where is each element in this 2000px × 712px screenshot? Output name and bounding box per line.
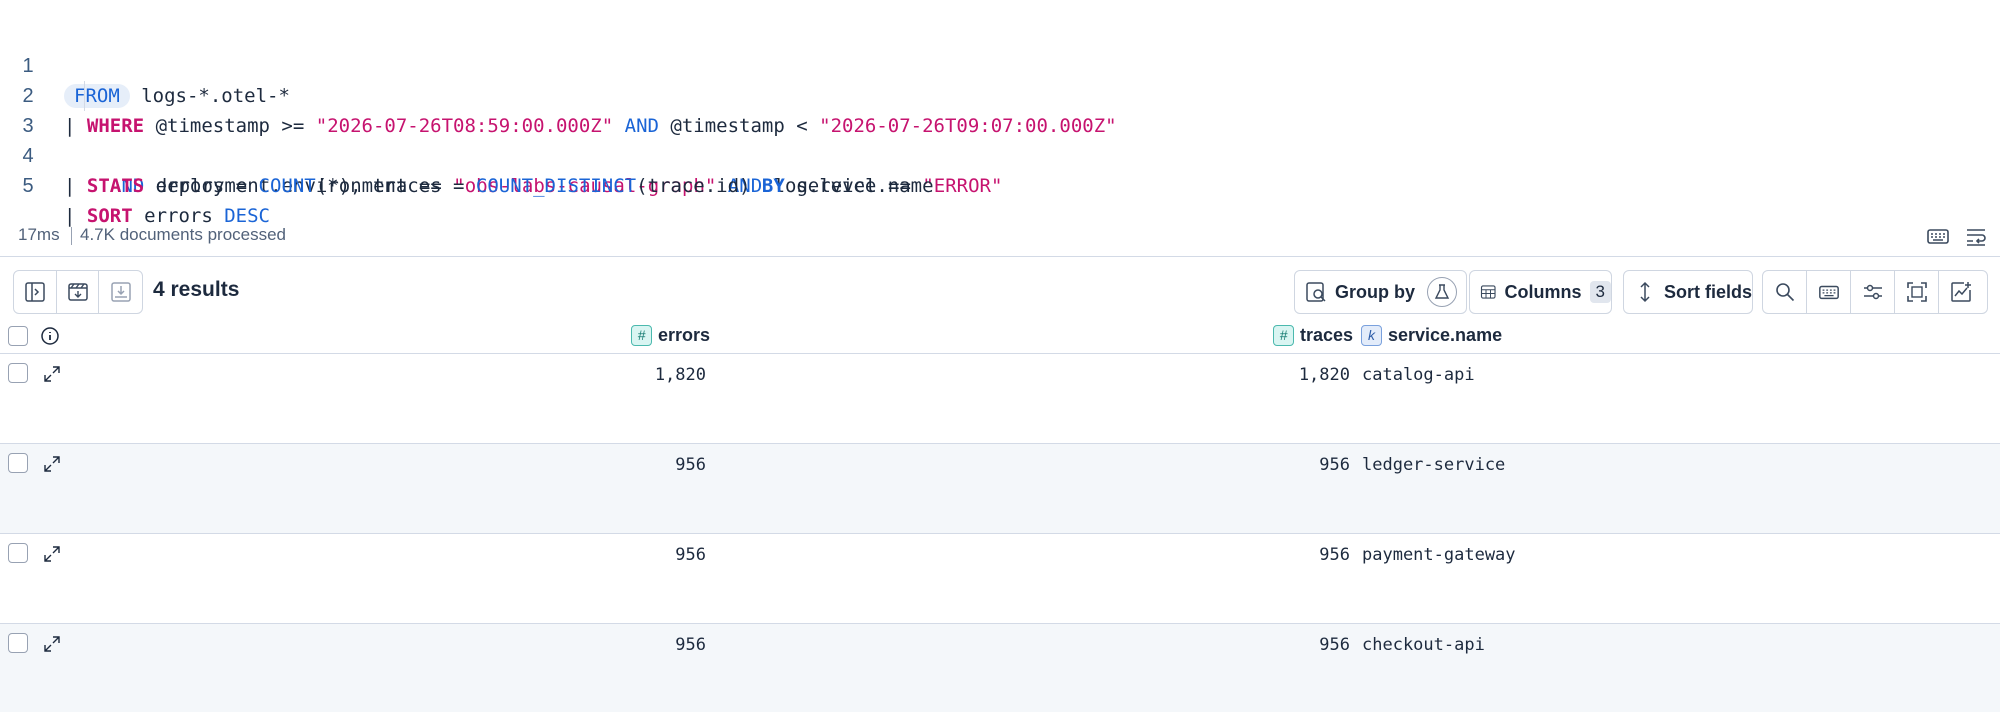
cell-service-name: checkout-api	[1362, 635, 1485, 655]
download-button[interactable]	[99, 271, 142, 313]
keyword-type-icon: k	[1361, 325, 1382, 346]
column-label: traces	[1300, 325, 1354, 345]
query-line-5[interactable]: 5 | SORT errors DESC	[0, 141, 2000, 227]
group-by-label: Group by	[1335, 281, 1415, 302]
number-type-icon: #	[1273, 325, 1294, 346]
fullscreen-button[interactable]	[1895, 271, 1939, 313]
table-row[interactable]: 956 956 checkout-api	[0, 624, 2000, 712]
chart-add-icon	[1951, 282, 1971, 302]
query-line-1[interactable]: 1 FROM logs-*.otel-*	[0, 21, 2000, 108]
row-checkbox[interactable]	[8, 543, 28, 563]
expand-icon[interactable]	[42, 634, 62, 654]
query-line-4[interactable]: 4 | STATS errors = COUNT(*), traces = CO…	[0, 111, 2000, 197]
by-keyword: BY	[761, 175, 785, 197]
columns-icon	[1480, 285, 1496, 299]
cell-errors: 1,820	[654, 365, 706, 385]
field-token: service.name	[796, 175, 934, 197]
number-type-icon: #	[631, 325, 652, 346]
query-duration: 17ms	[18, 225, 60, 244]
sort-fields-label: Sort fields	[1664, 281, 1753, 302]
function-token: COUNT	[258, 175, 316, 197]
fullscreen-icon	[1906, 282, 1927, 302]
cell-errors: 956	[675, 635, 706, 655]
technical-preview-badge	[1427, 277, 1457, 307]
results-toolbar: 4 results Group by Columns 3 Sort fields	[0, 268, 2000, 316]
indent-guide	[84, 81, 85, 111]
query-editor[interactable]: 1 FROM logs-*.otel-* 2 | WHERE @timestam…	[0, 0, 2000, 227]
documents-processed: 4.7K documents processed	[80, 225, 287, 244]
cell-service-name: ledger-service	[1362, 455, 1506, 475]
cell-traces: 956	[1319, 635, 1350, 655]
row-checkbox[interactable]	[8, 363, 28, 383]
assign-token: errors =	[155, 175, 248, 197]
group-by-icon	[1306, 282, 1326, 302]
group-by-button[interactable]: Group by	[1294, 270, 1467, 314]
cell-traces: 956	[1319, 545, 1350, 565]
cell-errors: 956	[675, 545, 706, 565]
arg-token: (*),	[315, 175, 362, 197]
flask-icon	[1434, 284, 1450, 299]
toggle-sidebar-button[interactable]	[14, 271, 57, 313]
editor-status-bar: 17ms 4.7K documents processed	[0, 215, 2000, 257]
assign-token: traces =	[372, 175, 465, 197]
settings-sliders-icon	[1863, 284, 1882, 300]
display-settings-button[interactable]	[1851, 271, 1895, 313]
search-icon	[1775, 283, 1794, 302]
pipe-token: |	[64, 175, 76, 197]
download-icon	[110, 282, 131, 302]
function-token: COUNT_DISTINCT	[475, 175, 637, 197]
grid-header: # errors # traces k service.name	[0, 318, 2000, 354]
table-row[interactable]: 1,820 1,820 catalog-api	[0, 354, 2000, 444]
sort-icon	[1640, 281, 1650, 303]
cell-service-name: catalog-api	[1362, 365, 1475, 385]
table-row[interactable]: 956 956 ledger-service	[0, 444, 2000, 534]
keyboard-icon	[1818, 285, 1839, 300]
cell-traces: 956	[1319, 455, 1350, 475]
cell-errors: 956	[675, 455, 706, 475]
results-grid: # errors # traces k service.name 1,820 1…	[0, 318, 2000, 712]
cell-service-name: payment-gateway	[1362, 545, 1516, 565]
results-count: 4 results	[153, 278, 240, 301]
search-button[interactable]	[1763, 271, 1807, 313]
row-checkbox[interactable]	[8, 633, 28, 653]
view-actions-group	[13, 270, 143, 314]
columns-label: Columns	[1504, 281, 1582, 302]
cell-traces: 1,820	[1298, 365, 1350, 385]
save-button[interactable]	[57, 271, 100, 313]
expand-icon[interactable]	[42, 544, 62, 564]
query-line-2[interactable]: 2 | WHERE @timestamp >= "2026-07-26T08:5…	[0, 51, 2000, 137]
line-number: 5	[22, 175, 34, 197]
keyboard-button[interactable]	[1807, 271, 1851, 313]
column-header-traces[interactable]: # traces	[1273, 325, 1353, 346]
column-header-service-name[interactable]: k service.name	[1361, 325, 1502, 346]
divider	[71, 227, 72, 245]
stats-keyword: STATS	[86, 175, 145, 197]
column-header-errors[interactable]: # errors	[631, 325, 710, 346]
sidebar-toggle-icon	[25, 282, 45, 302]
add-to-dashboard-button[interactable]	[1939, 271, 1983, 313]
keyboard-shortcuts-icon[interactable]	[1926, 225, 1950, 247]
save-icon	[67, 283, 88, 301]
arg-token: (trace.id)	[636, 175, 751, 197]
columns-button[interactable]: Columns 3	[1469, 270, 1612, 314]
grid-actions-group	[1762, 270, 1988, 314]
row-checkbox[interactable]	[8, 453, 28, 473]
table-row[interactable]: 956 956 payment-gateway	[0, 534, 2000, 624]
column-label: errors	[658, 325, 711, 345]
columns-count-badge: 3	[1589, 281, 1611, 303]
sort-fields-button[interactable]: Sort fields	[1623, 270, 1753, 314]
expand-icon[interactable]	[42, 364, 62, 384]
expand-icon[interactable]	[42, 454, 62, 474]
select-all-checkbox[interactable]	[8, 326, 28, 346]
wrap-lines-icon[interactable]	[1964, 225, 1988, 247]
column-label: service.name	[1388, 325, 1503, 345]
info-icon[interactable]	[40, 326, 60, 346]
query-line-3[interactable]: 3 AND deployment.environment == "obs-lab…	[0, 81, 2000, 197]
string-token: "ERROR"	[922, 175, 1003, 197]
